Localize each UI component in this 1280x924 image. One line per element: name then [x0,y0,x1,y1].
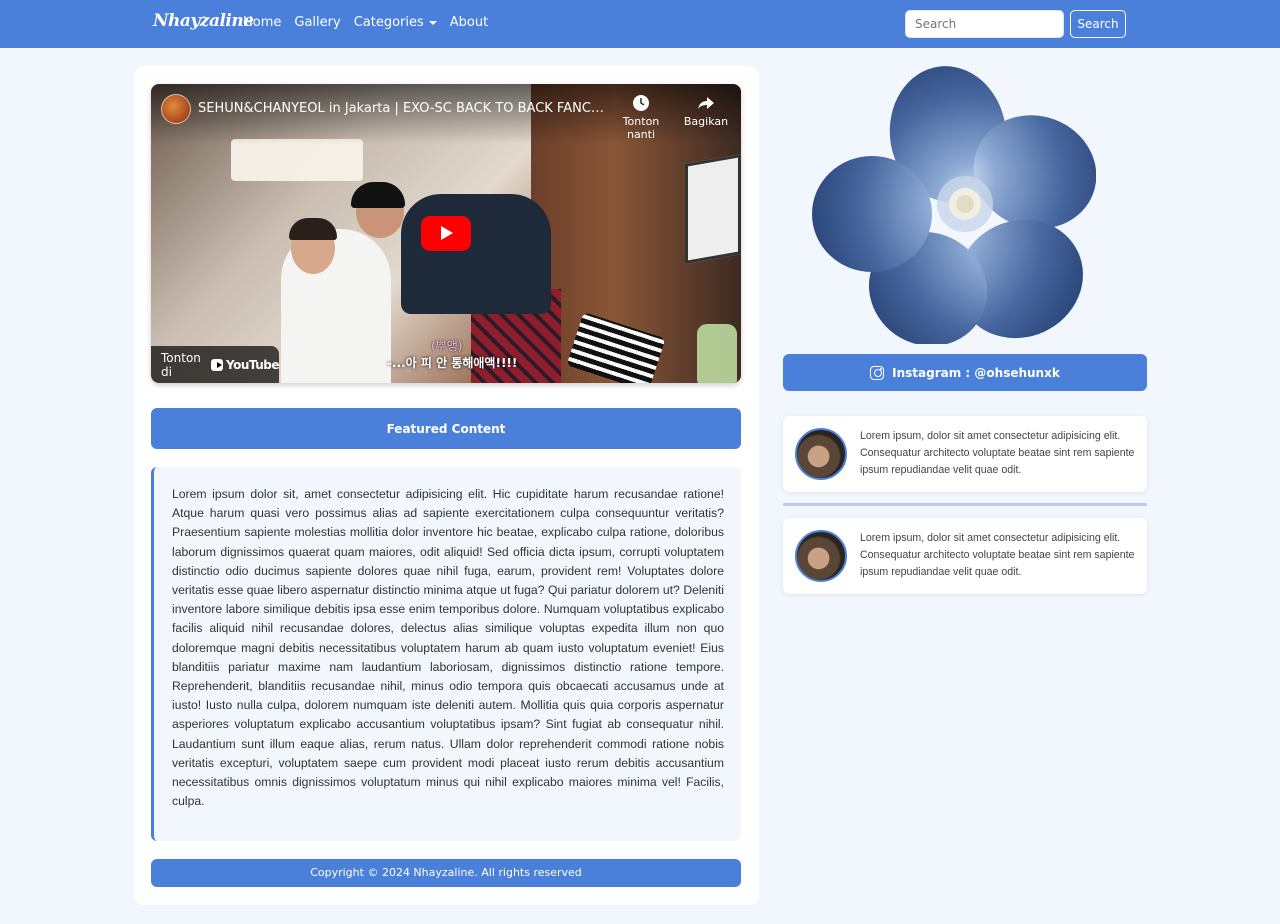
thumbnail-lamp [231,139,363,181]
watch-later-button[interactable]: Tonton nanti [609,94,673,141]
youtube-logo-icon [211,358,223,371]
thumbnail-tv [685,154,741,264]
post-card[interactable]: Lorem ipsum, dolor sit amet consectetur … [783,518,1147,594]
thumbnail-person-right [401,194,551,314]
thumbnail-hair-left [289,218,337,240]
thumbnail-hair-right [351,182,405,208]
share-icon [698,97,714,109]
nav-links: Home Gallery Categories About [243,15,501,30]
article-text: Lorem ipsum dolor sit, amet consectetur … [172,487,724,809]
play-icon[interactable] [421,216,471,251]
search-input[interactable] [905,10,1064,38]
divider [783,503,1147,506]
post-text: Lorem ipsum, dolor sit amet consectetur … [860,430,1135,476]
article-box: Lorem ipsum dolor sit, amet consectetur … [151,467,741,841]
brand-logo[interactable]: Nhayzaline [153,11,254,31]
featured-content-button[interactable]: Featured Content [151,408,741,449]
avatar [795,530,847,582]
youtube-video-embed[interactable]: SEHUN&CHANYEOL in Jakarta | EXO-SC BACK … [151,84,741,383]
instagram-button[interactable]: Instagram : @ohsehunxk [783,354,1147,391]
nav-link-categories[interactable]: Categories [354,15,437,30]
avatar [795,428,847,480]
caret-down-icon [428,20,437,25]
clock-icon [633,95,649,111]
nav-link-gallery[interactable]: Gallery [294,15,340,30]
watch-on-youtube-link[interactable]: Tonton di YouTube [151,346,280,383]
nav-link-about[interactable]: About [450,15,488,30]
thumbnail-bottle [697,324,737,383]
nav-link-categories-label: Categories [353,15,424,30]
post-text: Lorem ipsum, dolor sit amet consectetur … [860,532,1135,578]
share-label: Bagikan [683,115,729,128]
watch-on-label: Tonton di [161,350,201,379]
footer-copyright: Copyright © 2024 Nhayzaline. All rights … [151,859,741,887]
video-subtitle: -...아 피 안 통해애액!!!! [387,356,518,370]
video-subtitle-small: (뿌앵) [431,339,463,353]
share-button[interactable]: Bagikan [674,94,738,128]
video-title[interactable]: SEHUN&CHANYEOL in Jakarta | EXO-SC BACK … [198,101,608,116]
instagram-icon [870,365,885,380]
instagram-label: Instagram : @ohsehunxk [892,365,1060,380]
search-button[interactable]: Search [1070,10,1126,38]
navbar: Nhayzaline Home Gallery Categories About… [0,0,1280,48]
flower-image [812,66,1096,344]
post-card[interactable]: Lorem ipsum, dolor sit amet consectetur … [783,416,1147,492]
channel-avatar[interactable] [161,94,191,124]
watch-later-label: Tonton nanti [622,115,660,141]
nav-link-home[interactable]: Home [243,15,281,30]
youtube-logo-text: YouTube [225,357,280,372]
